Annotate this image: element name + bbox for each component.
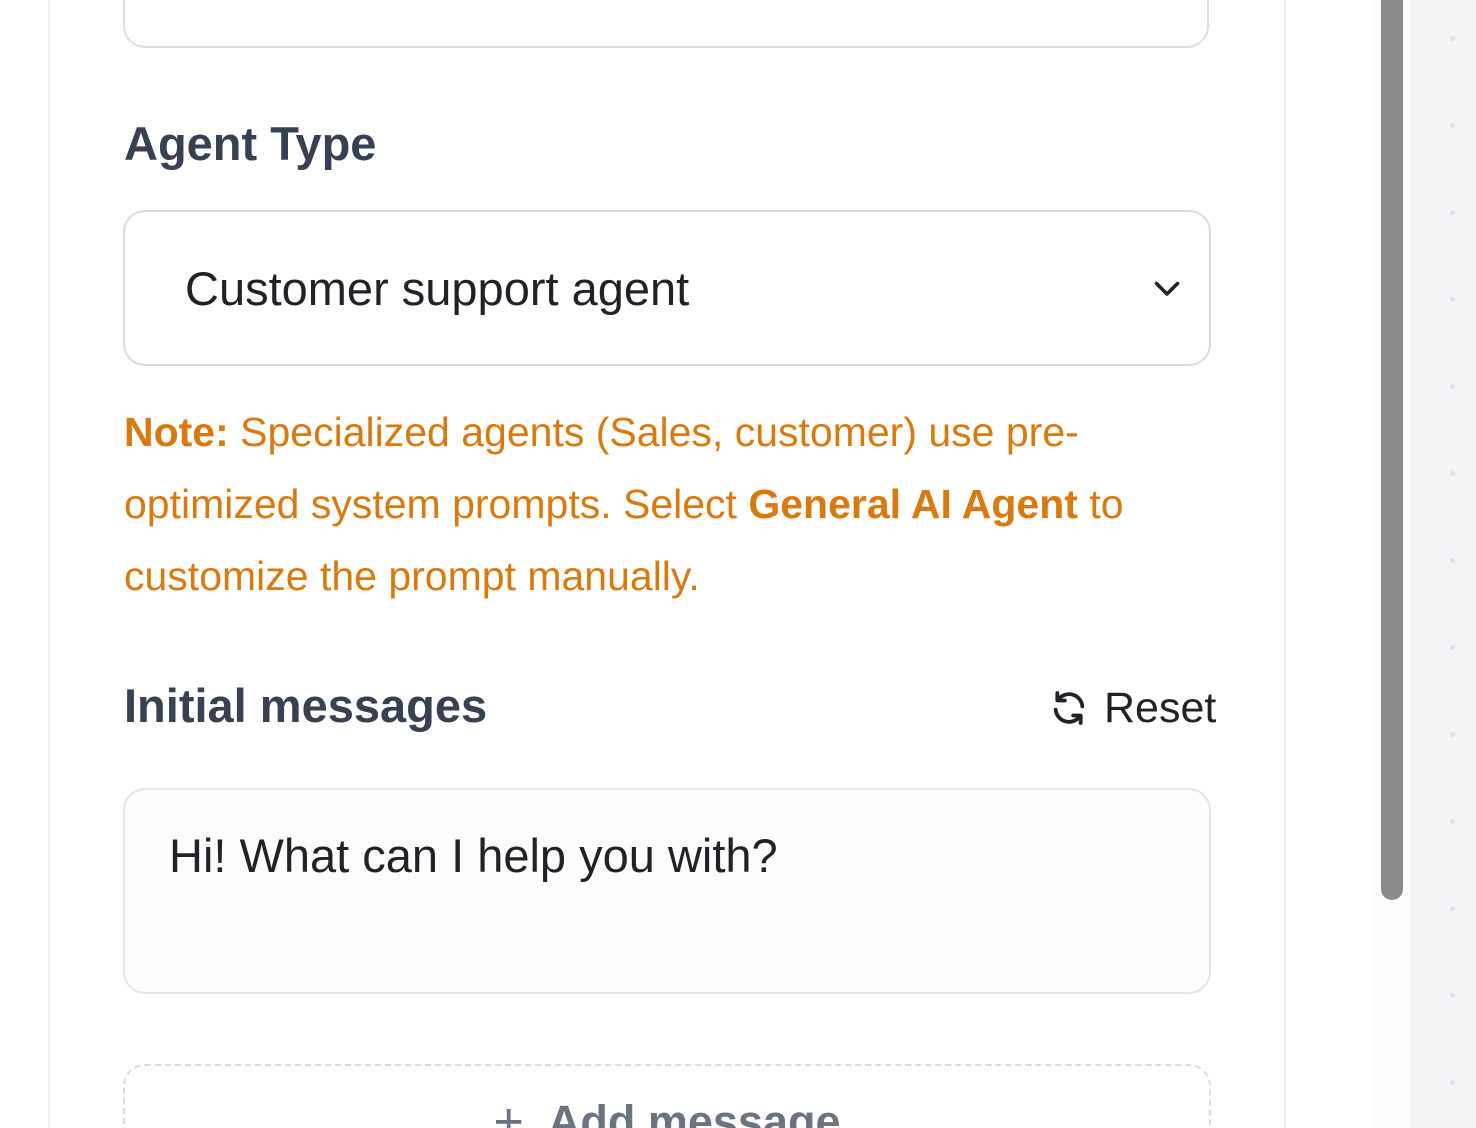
grid-dot: [1450, 384, 1455, 389]
agent-type-selected-value: Customer support agent: [185, 261, 690, 315]
grid-dot: [1450, 1080, 1455, 1085]
panel-left-border: [48, 0, 50, 1128]
panel-right-border: [1284, 0, 1286, 1128]
grid-dot: [1450, 645, 1455, 650]
grid-dot: [1450, 36, 1455, 41]
canvas-background: [1410, 0, 1476, 1128]
chevron-down-icon: [1147, 268, 1187, 308]
grid-dot: [1450, 471, 1455, 476]
note-prefix: Note:: [124, 409, 229, 455]
grid-dot: [1450, 210, 1455, 215]
add-message-button[interactable]: + Add message: [123, 1064, 1211, 1128]
initial-messages-label: Initial messages: [124, 679, 488, 732]
initial-message-field[interactable]: Hi! What can I help you with?: [123, 788, 1211, 994]
agent-name-input[interactable]: [123, 0, 1209, 48]
grid-dot: [1450, 993, 1455, 998]
grid-dot: [1450, 906, 1455, 911]
grid-dot: [1450, 297, 1455, 302]
grid-dot: [1450, 732, 1455, 737]
reset-button[interactable]: Reset: [1048, 680, 1216, 736]
plus-icon: +: [493, 1093, 524, 1128]
agent-settings-panel: Agent Type Customer support agent Note: …: [0, 0, 1476, 1128]
grid-dot: [1450, 123, 1455, 128]
scrollbar-thumb[interactable]: [1381, 0, 1403, 900]
grid-dot: [1450, 558, 1455, 563]
agent-type-select[interactable]: Customer support agent: [123, 210, 1211, 366]
refresh-icon: [1048, 687, 1090, 729]
agent-type-label: Agent Type: [124, 117, 377, 170]
add-message-label: Add message: [547, 1096, 841, 1128]
reset-label: Reset: [1104, 683, 1217, 732]
agent-type-note: Note: Specialized agents (Sales, custome…: [124, 396, 1204, 612]
grid-dot: [1450, 819, 1455, 824]
note-highlight: General AI Agent: [748, 481, 1078, 527]
